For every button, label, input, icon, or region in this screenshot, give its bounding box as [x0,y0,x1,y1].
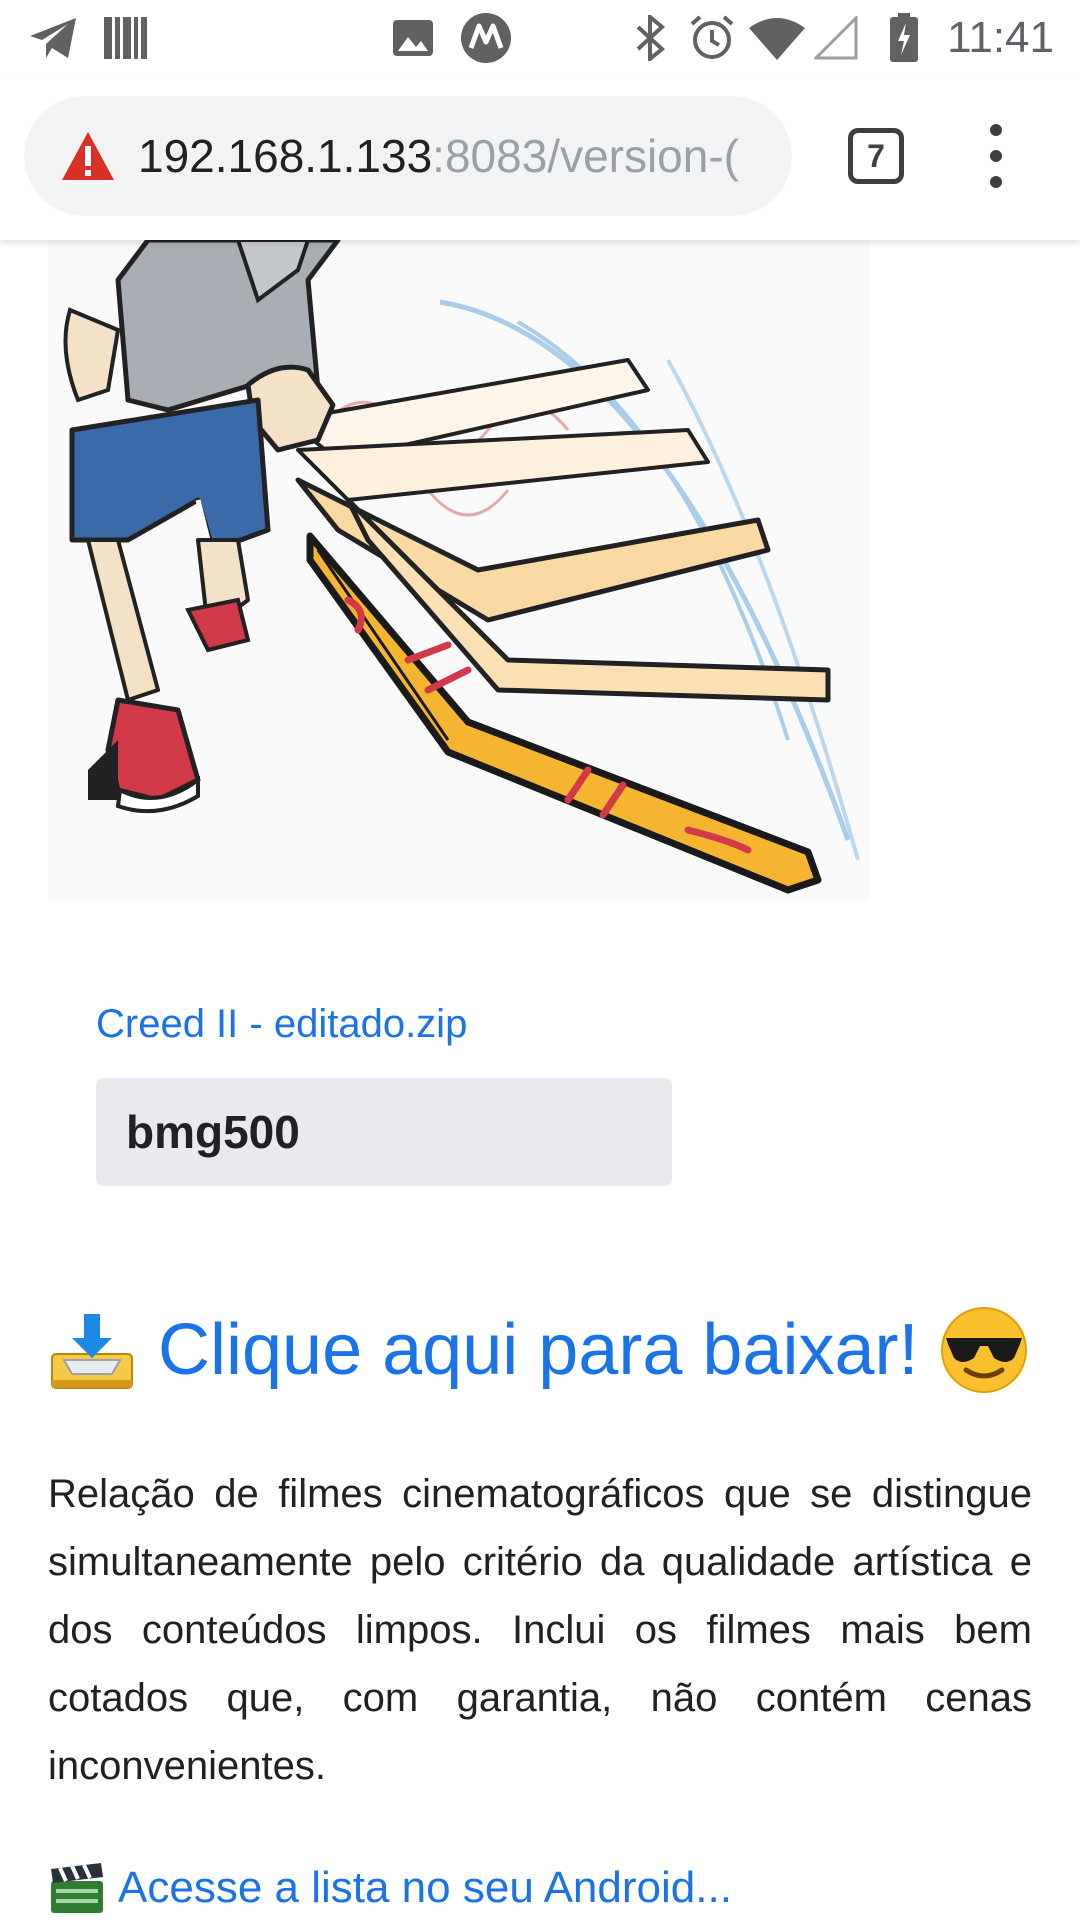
page-content: Creed II - editado.zip bmg500 Clique aqu… [0,240,1080,1920]
url-path: :8083/version-( [432,130,739,182]
bluetooth-icon [628,10,672,66]
motorola-icon [458,10,514,66]
boomerang-thrower-image [48,240,870,900]
description-text: Relação de filmes cinematográficos que s… [48,1472,1032,1788]
url-text[interactable]: 192.168.1.133:8083/version-( [138,126,788,186]
status-bar: 11:41 [0,0,1080,76]
telegram-icon [26,10,80,66]
tab-switcher-button[interactable]: 7 [848,128,904,184]
inbox-tray-emoji-icon [48,1310,136,1390]
file-download-link[interactable]: Creed II - editado.zip [96,1002,467,1047]
android-list-link-text[interactable]: Acesse a lista no seu Android... [118,1863,732,1913]
url-fade [752,96,792,216]
battery-charging-icon [884,10,924,66]
alarm-icon [686,10,738,66]
sunglasses-emoji-icon [940,1306,1028,1394]
url-host: 192.168.1.133 [138,130,433,182]
password-field[interactable]: bmg500 [96,1078,672,1186]
signal-icon [812,10,860,66]
browser-toolbar: 192.168.1.133:8083/version-( 7 [0,76,1080,240]
status-time: 11:41 [947,13,1054,62]
address-bar[interactable]: 192.168.1.133:8083/version-( [24,96,792,216]
wifi-icon [748,10,806,66]
download-link-text[interactable]: Clique aqui para baixar! [158,1309,918,1391]
barcode-icon [100,10,150,66]
download-link[interactable]: Clique aqui para baixar! [48,1300,1028,1400]
more-vert-icon[interactable] [976,124,1016,188]
clapper-board-emoji-icon [48,1861,106,1915]
image-icon [390,10,436,66]
android-list-link[interactable]: Acesse a lista no seu Android... [48,1858,732,1918]
warning-icon[interactable] [60,130,116,182]
